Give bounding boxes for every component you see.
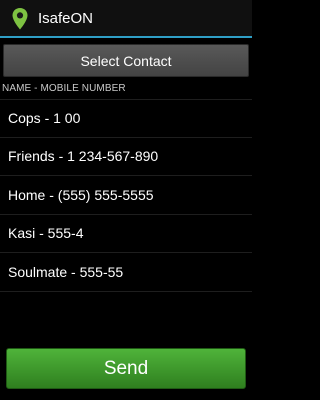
select-contact-button[interactable]: Select Contact: [3, 44, 249, 77]
list-header: NAME - MOBILE NUMBER: [2, 83, 126, 94]
list-item[interactable]: Kasi - 555-4: [0, 215, 252, 253]
list-item[interactable]: Soulmate - 555-55: [0, 253, 252, 292]
list-item[interactable]: Friends - 1 234-567-890: [0, 138, 252, 176]
list-item[interactable]: Cops - 1 00: [0, 99, 252, 138]
contact-list: Cops - 1 00 Friends - 1 234-567-890 Home…: [0, 99, 252, 292]
map-pin-icon: [12, 8, 28, 30]
title-bar: IsafeON: [0, 0, 252, 38]
app-title: IsafeON: [38, 10, 94, 27]
list-item[interactable]: Home - (555) 555-5555: [0, 176, 252, 215]
send-button[interactable]: Send: [6, 348, 246, 389]
